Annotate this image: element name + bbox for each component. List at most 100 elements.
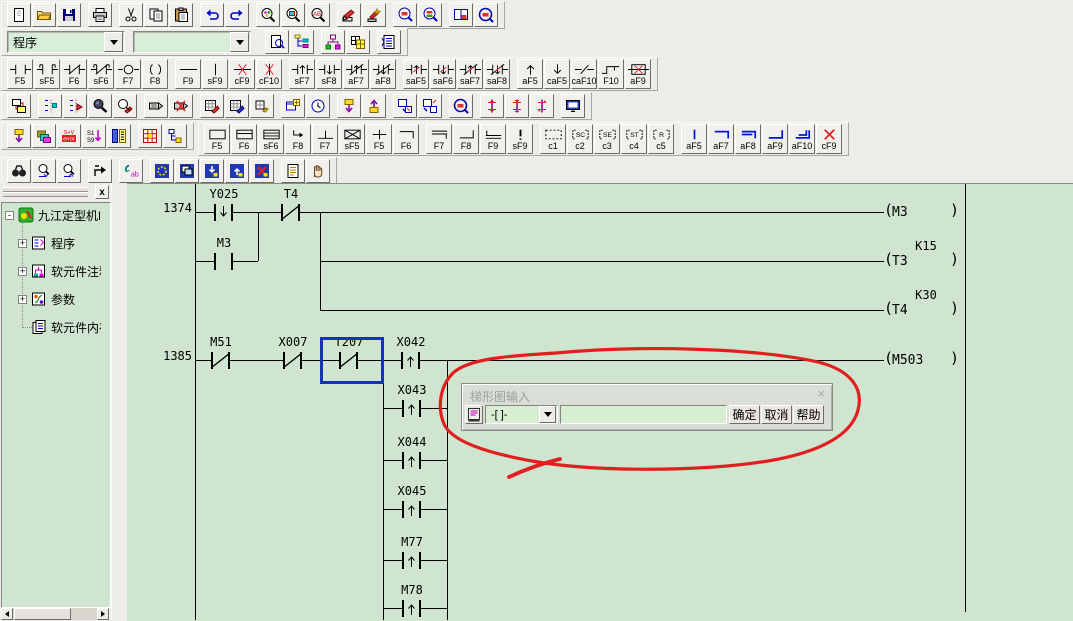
tb-sc-box-button[interactable]: SCc2: [567, 124, 593, 154]
tb-save-button[interactable]: [57, 3, 81, 27]
tb-open-contact-button[interactable]: F5: [7, 59, 33, 89]
tb-insert-cell-button[interactable]: F5: [366, 124, 392, 154]
tb-cross-reference-button[interactable]: [138, 124, 162, 148]
contact-X007[interactable]: [283, 352, 302, 369]
edit-cursor[interactable]: [320, 337, 384, 384]
scroll-left-icon[interactable]: [1, 608, 13, 620]
tb-insert-row-button[interactable]: F6: [231, 124, 257, 154]
tb-monitor-stop-button[interactable]: [250, 159, 274, 183]
contact-X043[interactable]: [402, 400, 421, 417]
tb-print-button[interactable]: [88, 3, 112, 27]
tb-edge-top-button[interactable]: F7: [426, 124, 452, 154]
tb-parallel-pulse-down-button[interactable]: saF6: [430, 59, 456, 89]
help-button[interactable]: 帮助: [793, 405, 824, 424]
chevron-down-icon[interactable]: [539, 406, 556, 423]
scrollbar-thumb[interactable]: [14, 608, 71, 620]
coil-T4[interactable]: (T4): [884, 301, 958, 319]
tb-edit-write-button[interactable]: [337, 3, 361, 27]
tb-statement-display-button[interactable]: [225, 94, 249, 118]
sidebar-item-parameter[interactable]: +参数: [18, 291, 75, 307]
chevron-down-icon[interactable]: [104, 32, 123, 52]
tb-blue-vline-button[interactable]: aF5: [681, 124, 707, 154]
collapse-icon[interactable]: -: [5, 211, 14, 220]
tb-monitor-window-b-button[interactable]: [418, 94, 442, 118]
tb-parallel-open-contact-button[interactable]: sF5: [34, 59, 60, 89]
tb-monitor-write-up-button[interactable]: [225, 159, 249, 183]
tb-st-box-button[interactable]: STc4: [621, 124, 647, 154]
tb-pulse-up-contact-button[interactable]: sF7: [289, 59, 315, 89]
expand-icon[interactable]: +: [18, 295, 27, 304]
tb-statement-edit-button[interactable]: [63, 94, 87, 118]
tb-device-list-blue-button[interactable]: [107, 124, 131, 148]
tb-pulse-up-closed-contact-button[interactable]: aF7: [343, 59, 369, 89]
tb-insert-rung-button[interactable]: F5: [204, 124, 230, 154]
scroll-right-icon[interactable]: [97, 608, 109, 620]
symbol-stamp-button[interactable]: [465, 405, 483, 424]
tb-copy-button[interactable]: [144, 3, 168, 27]
tb-undo-button[interactable]: [200, 3, 224, 27]
contact-Y025[interactable]: [214, 204, 233, 221]
tb-pulse-a-button[interactable]: [480, 94, 504, 118]
tb-find-string-button[interactable]: AB: [306, 3, 330, 27]
tb-v-line-button[interactable]: sF9: [202, 59, 228, 89]
program-combo[interactable]: 程序: [7, 31, 125, 53]
cancel-button[interactable]: 取消: [761, 405, 792, 424]
tb-monitor-window-a-button[interactable]: [393, 94, 417, 118]
tb-step-run-button[interactable]: S1S9: [82, 124, 106, 148]
contact-M51[interactable]: [211, 352, 230, 369]
tb-invert-result-button[interactable]: caF10: [571, 59, 597, 89]
tb-monitor-write-down-button[interactable]: [200, 159, 224, 183]
tb-parallel-pulse-down-closed-button[interactable]: saF8: [484, 59, 510, 89]
tb-error-check-button[interactable]: S+Verror: [57, 124, 81, 148]
tb-delete-v-line-button[interactable]: cF10: [256, 59, 282, 89]
tb-program-check-button[interactable]: [449, 94, 473, 118]
tb-note-display-button[interactable]: [250, 94, 274, 118]
tb-se-box-button[interactable]: SEc3: [594, 124, 620, 154]
tb-red-x-delete-button[interactable]: cF9: [816, 124, 842, 154]
tb-closed-contact-button[interactable]: F6: [61, 59, 87, 89]
tb-pulse-down-contact-button[interactable]: sF8: [316, 59, 342, 89]
tb-blue-corner-br2-button[interactable]: aF10: [789, 124, 815, 154]
tb-used-device-button[interactable]: [163, 124, 187, 148]
symbol-type-combo[interactable]: -[ ]-: [485, 405, 558, 424]
coil-M503[interactable]: (M503): [884, 351, 958, 369]
sidebar-item-project-root[interactable]: -九江定型机P: [5, 207, 100, 223]
tb-alias-hide-button[interactable]: [169, 94, 193, 118]
tb-parallel-closed-contact-button[interactable]: sF6: [88, 59, 114, 89]
tb-open-button[interactable]: [32, 3, 56, 27]
tb-find-color-button[interactable]: [256, 3, 280, 27]
tb-grid-view-button[interactable]: [346, 30, 370, 54]
tb-edge-bottom-button[interactable]: F9: [480, 124, 506, 154]
tb-not-op-button[interactable]: sF9: [507, 124, 533, 154]
tb-blue-corner-tr2-button[interactable]: aF8: [735, 124, 761, 154]
tb-pulse-b-button[interactable]: [505, 94, 529, 118]
contact-X045[interactable]: [402, 501, 421, 518]
tb-new-button[interactable]: [7, 3, 31, 27]
close-icon[interactable]: ×: [817, 386, 825, 401]
coil-M3[interactable]: (M3): [884, 203, 958, 221]
tb-device-find-button[interactable]: [88, 94, 112, 118]
tb-blue-corner-br-button[interactable]: aF9: [762, 124, 788, 154]
tb-step-op-button[interactable]: F10: [598, 59, 624, 89]
tb-find-device-button[interactable]: [281, 3, 305, 27]
tb-find-up-button[interactable]: [57, 159, 81, 183]
contact-M77[interactable]: [402, 552, 421, 569]
tb-pulse-c-button[interactable]: [530, 94, 554, 118]
tb-device-list-button[interactable]: [281, 159, 305, 183]
tb-tree-view-button[interactable]: [290, 30, 314, 54]
tb-com-edit-button[interactable]: [38, 94, 62, 118]
sidebar-item-device-comment[interactable]: +软元件注释: [18, 263, 101, 279]
ladder-input-dialog[interactable]: 梯形图输入 × -[ ]- 确定 取消 帮助: [461, 383, 833, 431]
coil-T3[interactable]: (T3): [884, 252, 958, 270]
tb-edge-corner-button[interactable]: F8: [453, 124, 479, 154]
tb-wrap-line-button[interactable]: F8: [285, 124, 311, 154]
tb-monitor-start-button[interactable]: [150, 159, 174, 183]
contact-T4[interactable]: [281, 204, 300, 221]
tb-r-box-button[interactable]: Rc5: [648, 124, 674, 154]
tb-data-transfer-button[interactable]: [7, 94, 31, 118]
tb-zoom-b-button[interactable]: [418, 3, 442, 27]
tb-branch-view-button[interactable]: [321, 30, 345, 54]
tb-clock-setting-button[interactable]: [306, 94, 330, 118]
tb-monitor-windows-button[interactable]: [175, 159, 199, 183]
tb-window-split-button[interactable]: [449, 3, 473, 27]
